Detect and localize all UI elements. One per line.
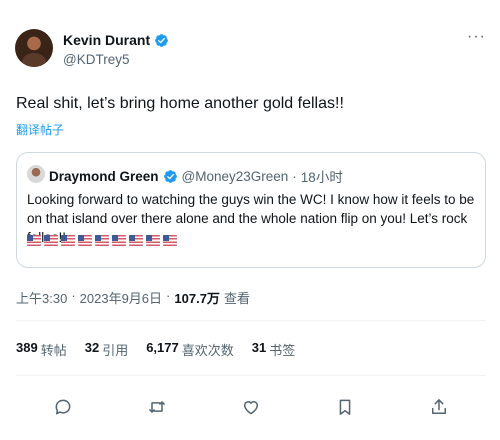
views-count: 107.7万 [174,291,220,306]
retweet-icon[interactable] [145,395,169,419]
us-flag-icon [146,235,160,246]
views-label: 查看 [223,291,250,306]
stat-number: 32 [84,340,100,355]
quoted-tweet[interactable]: Draymond Green @Money23Green · 18小时 Look… [16,152,486,268]
bookmark-icon[interactable] [333,395,357,419]
quoted-verified-badge-icon [163,169,177,183]
meta-separator: · [166,288,171,303]
us-flag-icon [78,235,92,246]
share-icon[interactable] [427,395,451,419]
stat-label: 书签 [269,343,296,358]
verified-badge-icon [155,33,169,47]
like-icon[interactable] [239,395,263,419]
stat-number: 389 [16,340,38,355]
stat-quotes[interactable]: 32 引用 [85,340,128,359]
quoted-timestamp: 18小时 [300,170,343,185]
reply-icon[interactable] [51,395,75,419]
tweet-meta: 上午3:30 · 2023年9月6日 · 107.7万 查看 [16,288,250,307]
divider [16,375,486,376]
author-name-row: Kevin Durant [63,32,169,48]
quoted-header: Draymond Green @Money23Green · 18小时 [49,166,343,186]
quoted-separator: · [292,168,297,184]
us-flag-icon [44,235,58,246]
us-flag-icon [129,235,143,246]
quoted-author-avatar [27,165,45,183]
stat-likes[interactable]: 6,177 喜欢次数 [146,340,234,359]
author-name[interactable]: Kevin Durant [63,32,150,48]
quoted-author-handle: @Money23Green [181,168,289,184]
engagement-stats: 389 转帖 32 引用 6,177 喜欢次数 31 书签 [16,340,295,359]
tweet-date[interactable]: 2023年9月6日 [80,288,162,307]
stat-label: 转帖 [40,343,67,358]
stat-reposts[interactable]: 389 转帖 [16,340,67,359]
action-bar [0,395,500,421]
stat-label: 引用 [102,343,129,358]
meta-separator: · [71,288,76,303]
us-flag-icon [61,235,75,246]
us-flag-icon [112,235,126,246]
author-avatar[interactable] [15,29,53,67]
translate-link[interactable]: 翻译帖子 [16,121,64,138]
tweet: Kevin Durant @KDTrey5 ··· Real shit, let… [0,0,500,440]
divider [16,320,486,321]
tweet-text: Real shit, let’s bring home another gold… [16,95,344,112]
us-flag-icon [95,235,109,246]
author-handle[interactable]: @KDTrey5 [63,52,129,67]
more-options-icon[interactable]: ··· [467,29,486,45]
us-flag-icon [27,235,41,246]
stat-label: 喜欢次数 [181,343,234,358]
stat-number: 6,177 [146,340,179,355]
quoted-author-name: Draymond Green [49,168,159,184]
stat-bookmarks[interactable]: 31 书签 [252,340,295,359]
tweet-time[interactable]: 上午3:30 [16,288,67,307]
us-flag-icon [163,235,177,246]
stat-number: 31 [251,340,267,355]
flag-emoji-row [27,235,177,246]
